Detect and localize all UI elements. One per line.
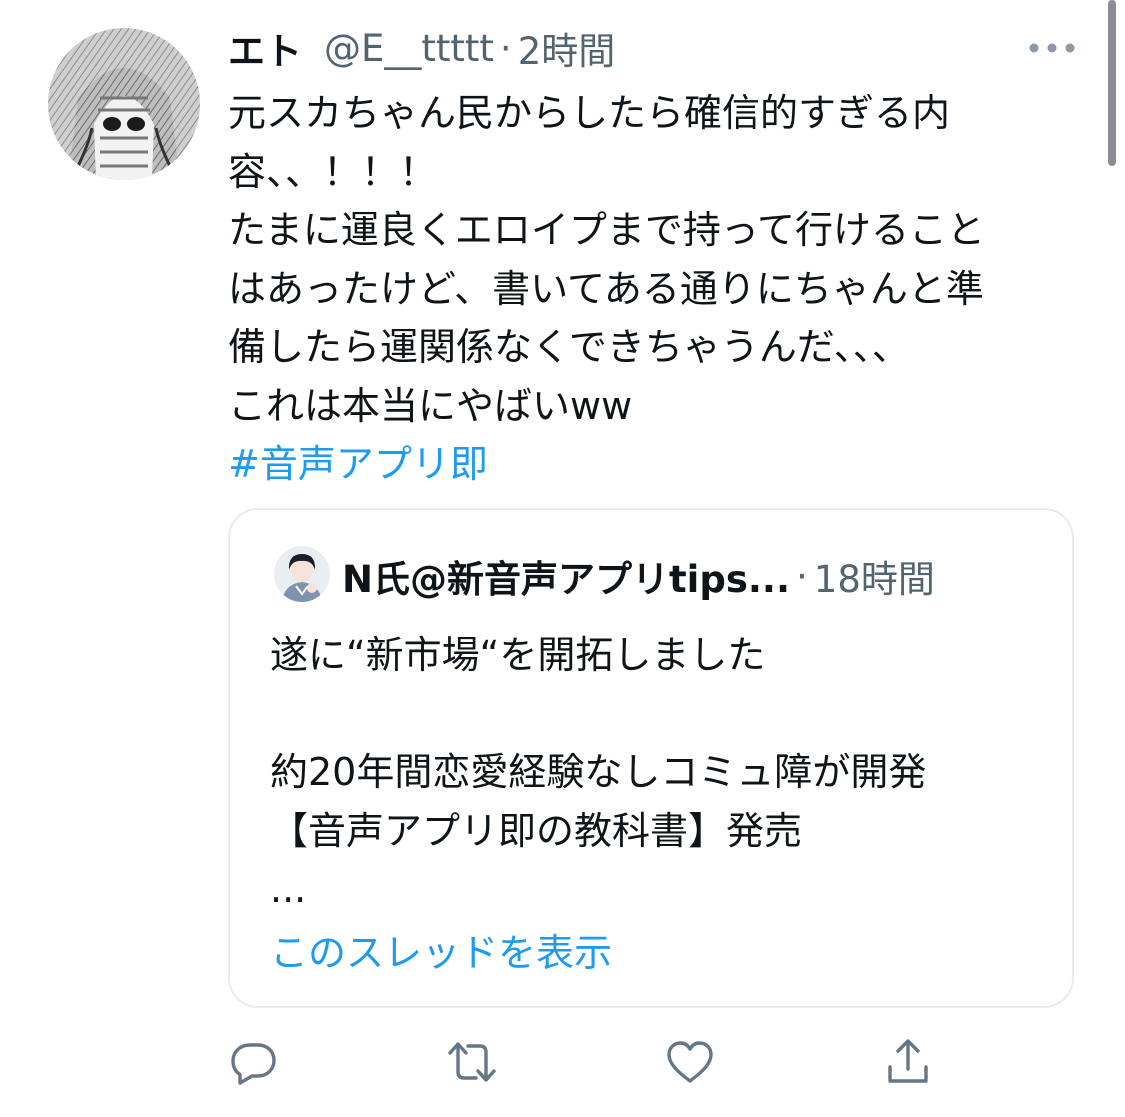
hashtag-link[interactable]: #音声アプリ即 (228, 435, 1108, 494)
scrollbar[interactable] (1108, 0, 1116, 166)
tweet-text-line: たまに運良くエロイプまで持って行けること (228, 208, 985, 252)
quoted-text-line: 【音声アプリ即の教科書】発売 (270, 808, 803, 853)
share-button[interactable] (882, 1036, 934, 1088)
quoted-text-line: ... (270, 867, 307, 911)
retweet-icon (448, 1042, 496, 1082)
retweet-button[interactable] (446, 1036, 498, 1088)
tweet-text-line: 容、、！！！ (228, 149, 438, 194)
like-heart-icon (667, 1041, 713, 1083)
quoted-tweet-text: 遂に“新市場“を開拓しました 約20年間恋愛経験なしコミュ障が開発 【音声アプリ… (270, 626, 1050, 919)
like-button[interactable] (664, 1036, 716, 1088)
more-horizontal-icon (1029, 43, 1075, 53)
header-separator: · (499, 26, 512, 70)
tweet-timestamp[interactable]: 2時間 (518, 21, 616, 75)
quoted-author-display-name[interactable]: N氏@新音声アプリtips... (342, 549, 790, 603)
share-icon (888, 1039, 928, 1083)
tweet-text-line: はあったけど、書いてある通りにちゃんと準 (228, 266, 984, 311)
quoted-header-separator: · (796, 554, 808, 598)
author-avatar[interactable] (48, 28, 200, 180)
show-thread-link[interactable]: このスレッドを表示 (270, 924, 612, 982)
reply-icon (231, 1043, 276, 1085)
quoted-tweet-timestamp[interactable]: 18時間 (814, 549, 935, 603)
more-options-button[interactable] (1028, 36, 1076, 60)
quoted-tweet-header: N氏@新音声アプリtips... · 18時間 (342, 550, 935, 602)
quoted-text-line: 遂に“新市場“を開拓しました (270, 633, 766, 677)
tweet-header: エト @E__ttttt · 2時間 (228, 22, 615, 74)
author-handle[interactable]: @E__ttttt (324, 27, 494, 70)
quoted-author-avatar[interactable] (274, 546, 330, 602)
tweet-text-line: これは本当にやばいww (228, 383, 633, 428)
quoted-tweet-card[interactable]: N氏@新音声アプリtips... · 18時間 遂に“新市場“を開拓しました 約… (228, 508, 1074, 1008)
quoted-text-line: 約20年間恋愛経験なしコミュ障が開発 (270, 750, 927, 794)
illustrated-boy-avatar-icon (274, 546, 330, 602)
tweet-text-line: 元スカちゃん民からしたら確信的すぎる内 (228, 91, 951, 135)
quoted-text-line (270, 685, 1050, 744)
masked-figure-avatar-icon (48, 28, 200, 180)
tweet-text: 元スカちゃん民からしたら確信的すぎる内 容、、！！！ たまに運良くエロイプまで持… (228, 84, 1108, 494)
author-display-name[interactable]: エト (228, 21, 302, 75)
tweet-text-line: 備したら運関係なくできちゃうんだ、、、 (228, 325, 910, 369)
reply-button[interactable] (228, 1036, 280, 1088)
